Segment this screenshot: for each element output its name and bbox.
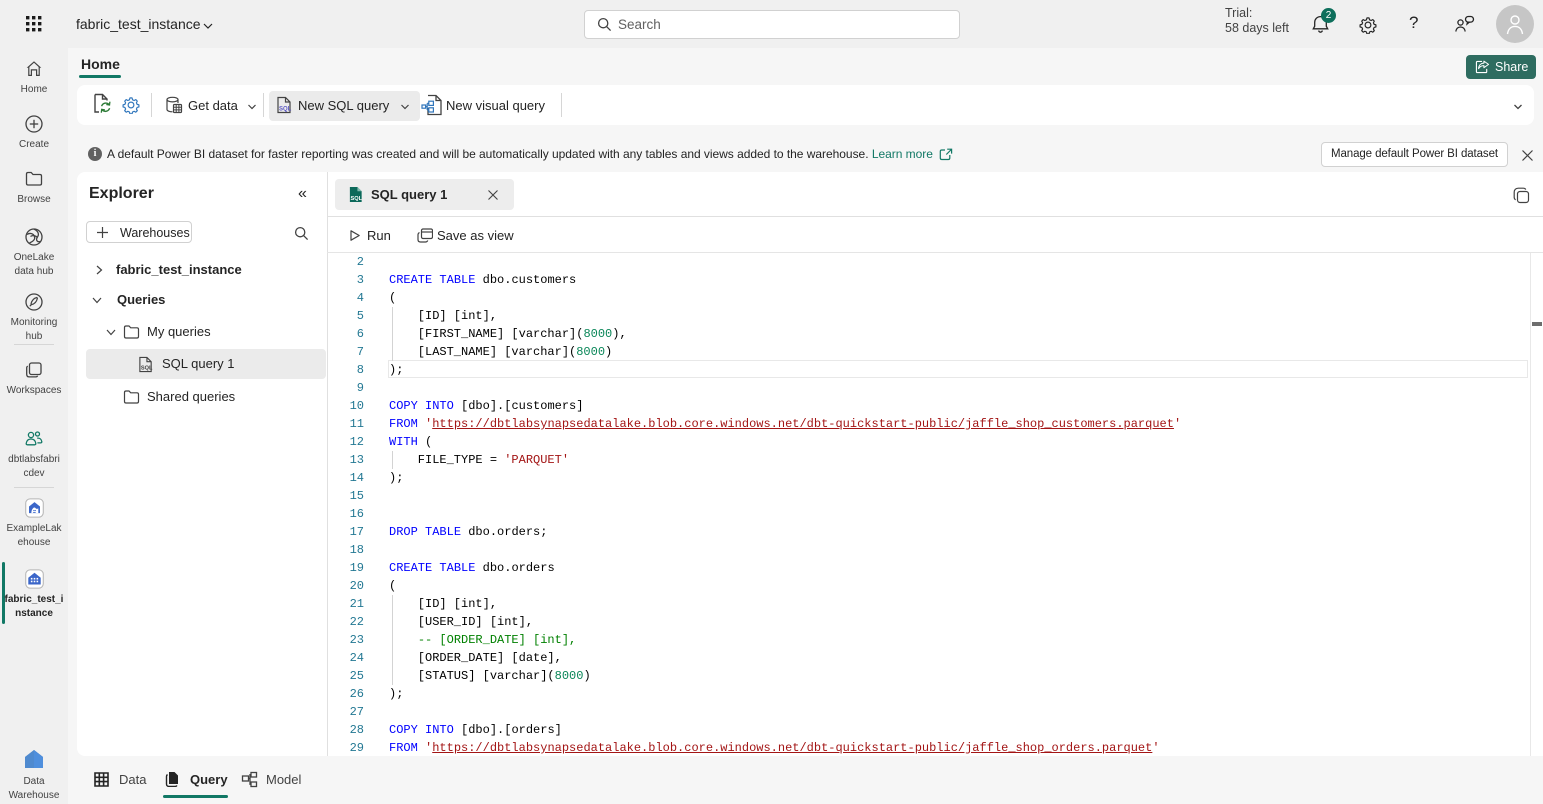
svg-text:SQL: SQL <box>350 196 362 202</box>
svg-text:SQL: SQL <box>279 107 292 113</box>
svg-text:SQL: SQL <box>141 366 153 372</box>
